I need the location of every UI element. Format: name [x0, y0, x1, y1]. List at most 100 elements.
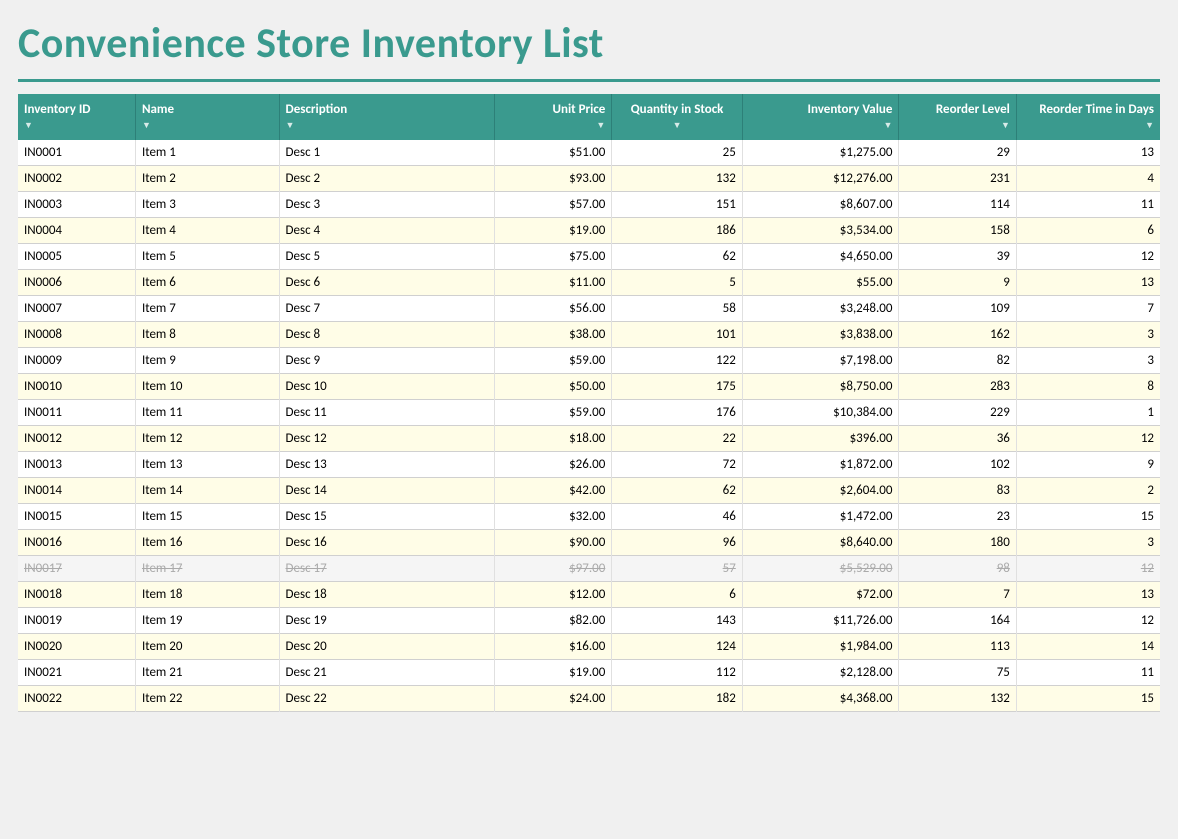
cell-qty: 62 [612, 478, 743, 504]
cell-reorder: 164 [899, 608, 1016, 634]
column-header-reorder[interactable]: Reorder Level ▼ [899, 94, 1016, 140]
cell-qty: 57 [612, 556, 743, 582]
cell-name: Item 5 [135, 244, 279, 270]
cell-name: Item 7 [135, 296, 279, 322]
cell-name: Item 12 [135, 426, 279, 452]
cell-reorder: 9 [899, 270, 1016, 296]
column-label-name: Name [142, 102, 273, 117]
column-header-days[interactable]: Reorder Time in Days ▼ [1016, 94, 1160, 140]
cell-reorder: 162 [899, 322, 1016, 348]
cell-qty: 58 [612, 296, 743, 322]
cell-reorder: 39 [899, 244, 1016, 270]
cell-price: $56.00 [494, 296, 611, 322]
cell-id: IN0001 [18, 140, 135, 166]
table-header-row: Inventory ID ▼Name ▼Description ▼Unit Pr… [18, 94, 1160, 140]
cell-desc: Desc 2 [279, 166, 494, 192]
column-header-desc[interactable]: Description ▼ [279, 94, 494, 140]
cell-inv: $3,838.00 [742, 322, 899, 348]
cell-price: $75.00 [494, 244, 611, 270]
dropdown-arrow-inv[interactable]: ▼ [884, 120, 893, 131]
cell-price: $57.00 [494, 192, 611, 218]
cell-days: 7 [1016, 296, 1160, 322]
inventory-table: Inventory ID ▼Name ▼Description ▼Unit Pr… [18, 94, 1160, 712]
table-row: IN0011Item 11Desc 11$59.00176$10,384.002… [18, 400, 1160, 426]
cell-id: IN0003 [18, 192, 135, 218]
column-header-price[interactable]: Unit Price ▼ [494, 94, 611, 140]
cell-price: $97.00 [494, 556, 611, 582]
cell-days: 13 [1016, 582, 1160, 608]
cell-inv: $4,650.00 [742, 244, 899, 270]
cell-desc: Desc 14 [279, 478, 494, 504]
table-row: IN0019Item 19Desc 19$82.00143$11,726.001… [18, 608, 1160, 634]
dropdown-arrow-id[interactable]: ▼ [24, 120, 33, 131]
cell-desc: Desc 1 [279, 140, 494, 166]
cell-desc: Desc 6 [279, 270, 494, 296]
table-row: IN0010Item 10Desc 10$50.00175$8,750.0028… [18, 374, 1160, 400]
title-underline [18, 79, 1160, 82]
cell-id: IN0011 [18, 400, 135, 426]
cell-days: 6 [1016, 218, 1160, 244]
column-header-inv[interactable]: Inventory Value ▼ [742, 94, 899, 140]
cell-name: Item 9 [135, 348, 279, 374]
cell-qty: 132 [612, 166, 743, 192]
cell-days: 11 [1016, 660, 1160, 686]
cell-price: $18.00 [494, 426, 611, 452]
cell-qty: 25 [612, 140, 743, 166]
cell-inv: $72.00 [742, 582, 899, 608]
cell-name: Item 14 [135, 478, 279, 504]
cell-days: 15 [1016, 686, 1160, 712]
cell-reorder: 231 [899, 166, 1016, 192]
cell-id: IN0002 [18, 166, 135, 192]
table-row: IN0013Item 13Desc 13$26.0072$1,872.00102… [18, 452, 1160, 478]
cell-reorder: 83 [899, 478, 1016, 504]
cell-id: IN0022 [18, 686, 135, 712]
cell-id: IN0015 [18, 504, 135, 530]
cell-desc: Desc 4 [279, 218, 494, 244]
cell-id: IN0006 [18, 270, 135, 296]
dropdown-arrow-reorder[interactable]: ▼ [1001, 120, 1010, 131]
cell-reorder: 180 [899, 530, 1016, 556]
cell-price: $59.00 [494, 400, 611, 426]
cell-price: $93.00 [494, 166, 611, 192]
cell-desc: Desc 13 [279, 452, 494, 478]
cell-qty: 22 [612, 426, 743, 452]
cell-price: $38.00 [494, 322, 611, 348]
column-header-qty[interactable]: Quantity in Stock ▼ [612, 94, 743, 140]
cell-price: $19.00 [494, 218, 611, 244]
cell-days: 8 [1016, 374, 1160, 400]
cell-desc: Desc 20 [279, 634, 494, 660]
cell-id: IN0019 [18, 608, 135, 634]
table-row: IN0001Item 1Desc 1$51.0025$1,275.002913 [18, 140, 1160, 166]
cell-days: 3 [1016, 348, 1160, 374]
column-header-name[interactable]: Name ▼ [135, 94, 279, 140]
cell-name: Item 3 [135, 192, 279, 218]
dropdown-arrow-price[interactable]: ▼ [596, 120, 605, 131]
table-row: IN0022Item 22Desc 22$24.00182$4,368.0013… [18, 686, 1160, 712]
cell-id: IN0021 [18, 660, 135, 686]
cell-days: 12 [1016, 426, 1160, 452]
cell-name: Item 17 [135, 556, 279, 582]
dropdown-arrow-days[interactable]: ▼ [1145, 120, 1154, 131]
cell-desc: Desc 22 [279, 686, 494, 712]
dropdown-arrow-name[interactable]: ▼ [142, 120, 151, 131]
cell-desc: Desc 12 [279, 426, 494, 452]
dropdown-arrow-desc[interactable]: ▼ [286, 120, 295, 131]
cell-desc: Desc 10 [279, 374, 494, 400]
column-header-id[interactable]: Inventory ID ▼ [18, 94, 135, 140]
cell-inv: $8,640.00 [742, 530, 899, 556]
column-label-days: Reorder Time in Days [1023, 102, 1154, 117]
cell-reorder: 132 [899, 686, 1016, 712]
cell-qty: 6 [612, 582, 743, 608]
table-row: IN0009Item 9Desc 9$59.00122$7,198.00823 [18, 348, 1160, 374]
cell-qty: 112 [612, 660, 743, 686]
cell-days: 12 [1016, 556, 1160, 582]
dropdown-arrow-qty[interactable]: ▼ [673, 120, 682, 131]
cell-id: IN0013 [18, 452, 135, 478]
table-row: IN0021Item 21Desc 21$19.00112$2,128.0075… [18, 660, 1160, 686]
cell-id: IN0009 [18, 348, 135, 374]
cell-qty: 143 [612, 608, 743, 634]
cell-inv: $12,276.00 [742, 166, 899, 192]
cell-inv: $1,275.00 [742, 140, 899, 166]
cell-price: $90.00 [494, 530, 611, 556]
cell-desc: Desc 21 [279, 660, 494, 686]
